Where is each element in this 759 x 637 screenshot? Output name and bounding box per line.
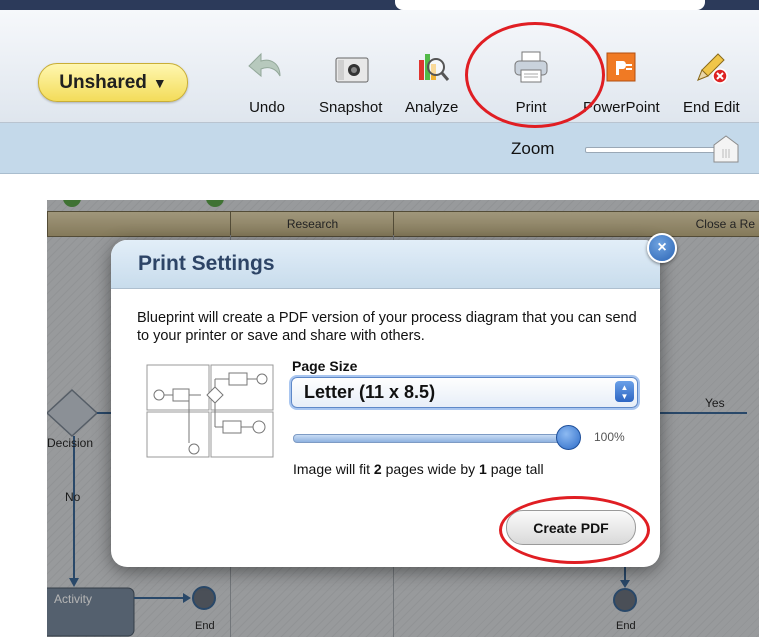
analyze-button[interactable]: Analyze	[405, 46, 458, 121]
fit-info-text: Image will fit 2 pages wide by 1 page ta…	[293, 461, 544, 477]
analyze-icon	[411, 46, 453, 88]
print-label: Print	[515, 99, 547, 116]
scale-slider-thumb[interactable]	[556, 425, 581, 450]
zoom-slider-thumb[interactable]	[713, 135, 739, 163]
undo-label: Undo	[249, 99, 285, 116]
fit-prefix: Image will fit	[293, 461, 374, 477]
powerpoint-icon	[600, 46, 642, 88]
undo-button[interactable]: Undo	[246, 46, 288, 121]
dialog-header: Print Settings	[111, 240, 660, 289]
snapshot-label: Snapshot	[319, 99, 383, 116]
end-edit-button[interactable]: End Edit	[683, 46, 740, 121]
printer-icon	[510, 46, 552, 88]
analyze-label: Analyze	[405, 99, 459, 116]
page-layout-preview-icon	[145, 363, 277, 460]
zoom-bar: Zoom	[0, 123, 759, 174]
title-bar	[0, 0, 759, 10]
create-pdf-label: Create PDF	[533, 519, 609, 536]
pencil-icon	[690, 46, 732, 88]
camera-icon	[330, 46, 372, 88]
main-toolbar: Unshared ▼ Undo Snapshot Analyze Print P…	[0, 10, 759, 123]
page-size-label: Page Size	[292, 358, 358, 374]
zoom-label: Zoom	[511, 139, 555, 158]
page-size-select[interactable]: Letter (11 x 8.5) ▲ ▼	[291, 377, 638, 408]
unshared-label: Unshared	[59, 71, 147, 93]
title-tab	[395, 0, 705, 10]
fit-middle: pages wide by	[381, 461, 480, 477]
unshared-button[interactable]: Unshared ▼	[38, 63, 188, 102]
print-settings-dialog: Print Settings Blueprint will create a P…	[111, 240, 660, 567]
fit-suffix: page tall	[486, 461, 544, 477]
zoom-slider-track[interactable]	[585, 147, 732, 153]
scale-value: 100%	[594, 430, 625, 444]
close-icon[interactable]: ×	[647, 233, 677, 263]
print-button[interactable]: Print	[510, 46, 552, 121]
snapshot-button[interactable]: Snapshot	[319, 46, 382, 121]
scale-slider-track[interactable]	[293, 434, 567, 443]
fit-pages-tall: 1	[479, 461, 487, 477]
fit-pages-wide: 2	[373, 461, 382, 477]
powerpoint-label: PowerPoint	[583, 99, 660, 116]
close-glyph: ×	[657, 239, 667, 256]
top-toolbar-area: Unshared ▼ Undo Snapshot Analyze Print P…	[0, 0, 759, 174]
caret-down-icon: ▼	[152, 74, 167, 91]
create-pdf-button[interactable]: Create PDF	[506, 510, 636, 545]
undo-icon	[246, 46, 288, 88]
page-size-value: Letter (11 x 8.5)	[304, 382, 436, 402]
powerpoint-button[interactable]: PowerPoint	[583, 46, 660, 121]
dialog-title: Print Settings	[138, 252, 275, 275]
dialog-description: Blueprint will create a PDF version of y…	[137, 310, 637, 344]
select-arrows-icon: ▲ ▼	[615, 381, 634, 402]
end-edit-label: End Edit	[683, 99, 740, 116]
